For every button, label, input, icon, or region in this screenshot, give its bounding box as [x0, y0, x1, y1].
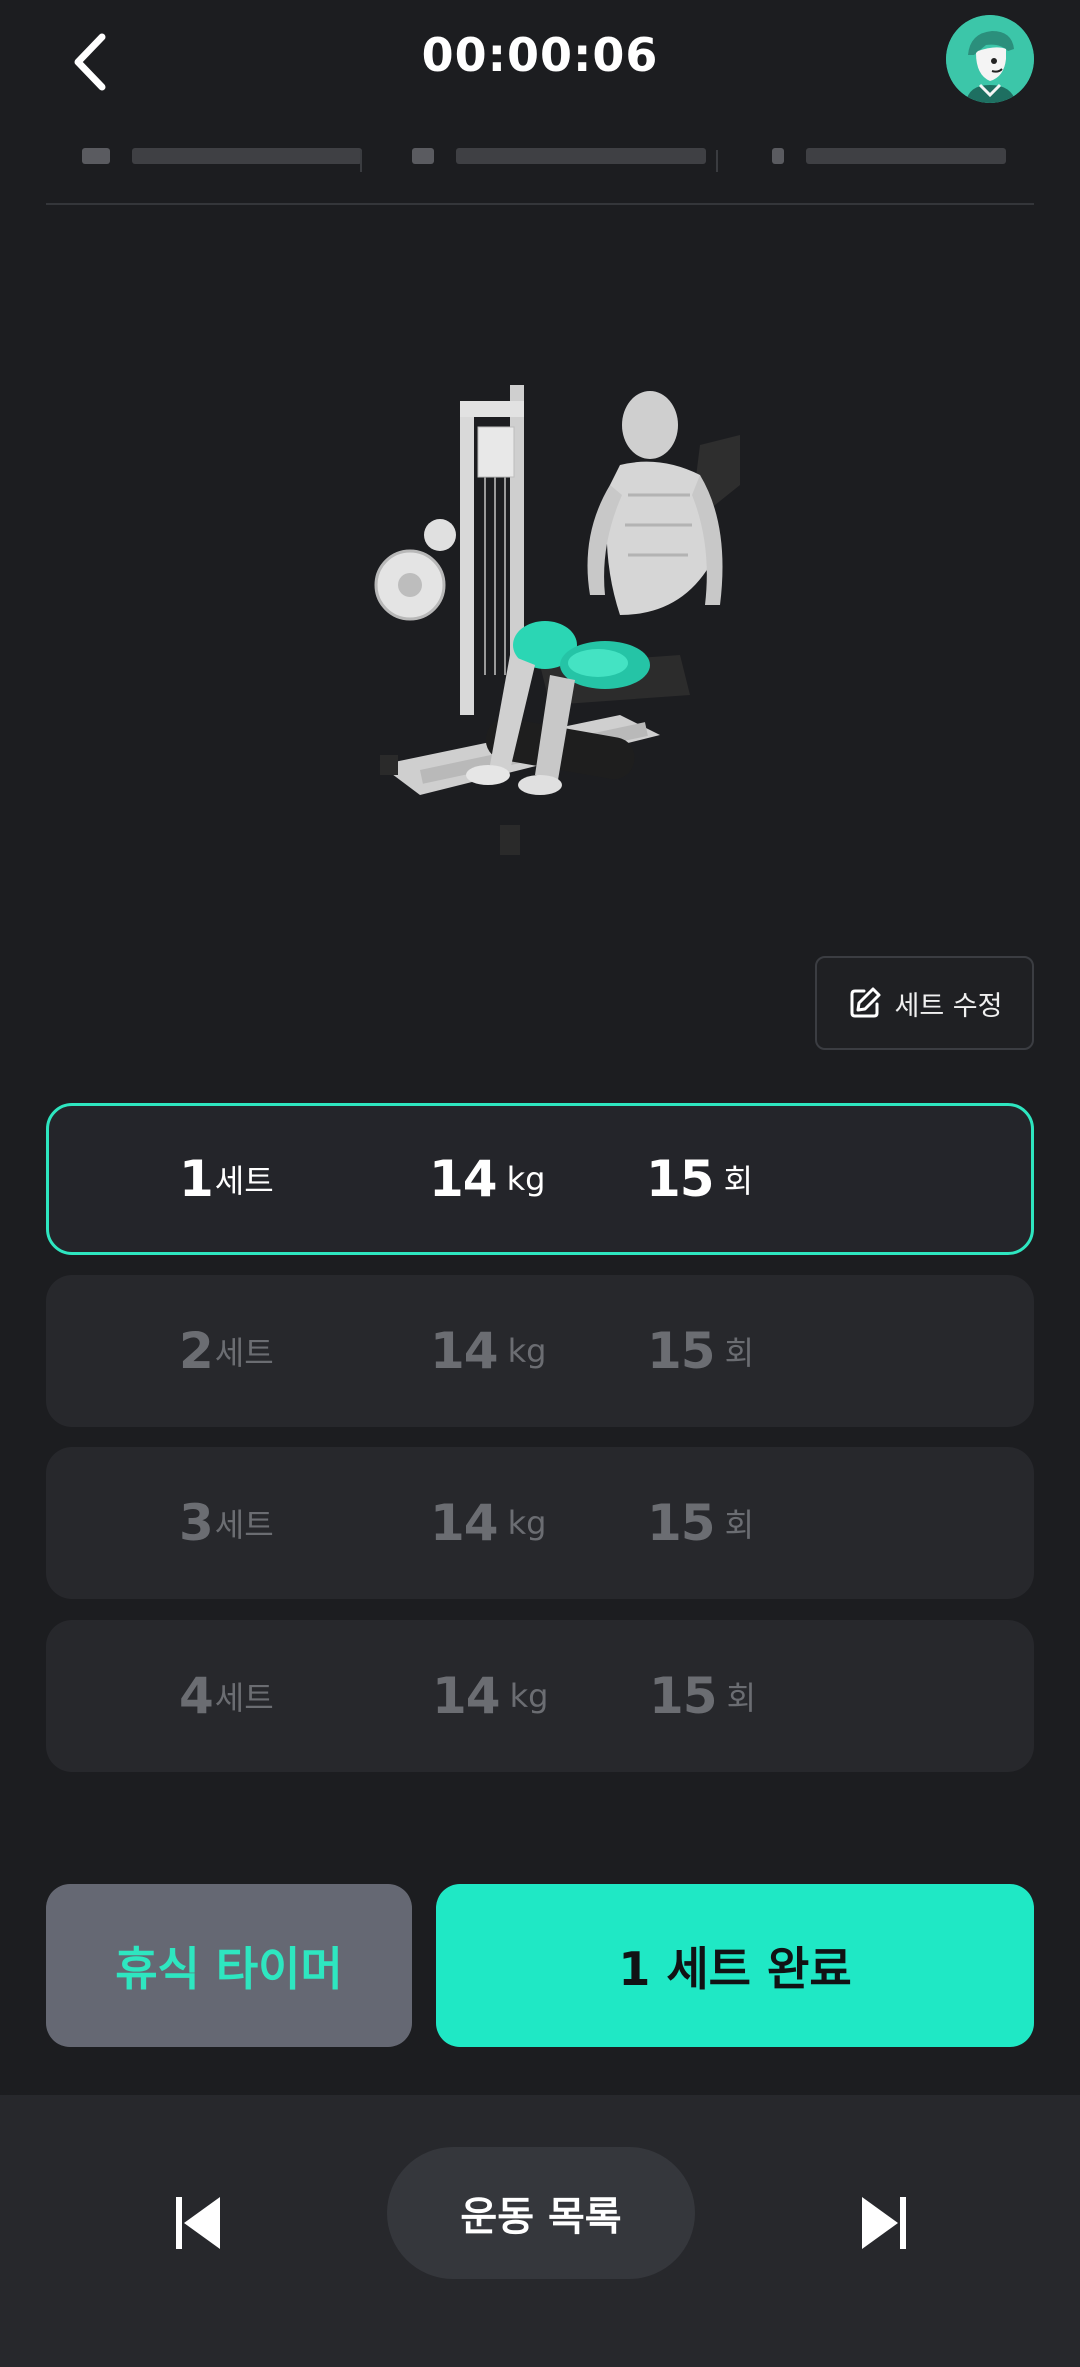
set-weight: 14 — [432, 1667, 501, 1725]
edit-sets-button[interactable]: 세트 수정 — [815, 956, 1034, 1050]
reps-unit: 회 — [724, 1334, 755, 1372]
set-unit: 세트 — [214, 1679, 274, 1717]
reps-unit: 회 — [726, 1679, 757, 1717]
set-row[interactable]: 3 세트 14 kg 15 회 — [46, 1447, 1034, 1599]
info-placeholder — [132, 148, 362, 164]
info-separator — [716, 150, 718, 172]
divider — [46, 203, 1034, 205]
weight-unit: kg — [506, 1160, 546, 1198]
bottom-nav: 운동 목록 — [0, 2095, 1080, 2367]
set-reps: 15 — [647, 1494, 716, 1552]
set-number: 3 — [179, 1494, 214, 1552]
info-placeholder — [82, 148, 110, 164]
complete-set-button[interactable]: 1 세트 완료 — [436, 1884, 1034, 2047]
skip-previous-icon — [176, 2197, 220, 2249]
set-reps: 15 — [649, 1667, 718, 1725]
weight-unit: kg — [509, 1677, 549, 1715]
info-placeholder — [456, 148, 706, 164]
exercise-list-button[interactable]: 운동 목록 — [387, 2147, 695, 2279]
header: 00:00:06 — [0, 0, 1080, 120]
reps-unit: 회 — [723, 1162, 754, 1200]
exercise-info-strip — [46, 140, 1034, 204]
set-unit: 세트 — [214, 1506, 274, 1544]
workout-screen: 00:00:06 세트 수정 1 세트 14 kg 15 회 2 세트 14 k… — [0, 0, 1080, 2367]
edit-icon — [850, 987, 881, 1018]
set-weight: 14 — [430, 1494, 499, 1552]
set-reps: 15 — [647, 1322, 716, 1380]
set-unit: 세트 — [214, 1334, 274, 1372]
set-number: 4 — [179, 1667, 214, 1725]
avatar-icon — [946, 15, 1034, 103]
skip-next-icon — [862, 2197, 906, 2249]
previous-exercise-button[interactable] — [160, 2185, 236, 2261]
weight-unit: kg — [507, 1332, 547, 1370]
set-weight: 14 — [430, 1322, 499, 1380]
rest-timer-button[interactable]: 휴식 타이머 — [46, 1884, 412, 2047]
set-row[interactable]: 4 세트 14 kg 15 회 — [46, 1620, 1034, 1772]
next-exercise-button[interactable] — [846, 2185, 922, 2261]
exercise-illustration — [360, 375, 780, 875]
info-placeholder — [772, 148, 784, 164]
set-unit: 세트 — [214, 1162, 274, 1200]
workout-timer: 00:00:06 — [421, 28, 659, 82]
info-placeholder — [412, 148, 434, 164]
info-separator — [360, 150, 362, 172]
user-avatar[interactable] — [946, 15, 1034, 103]
weight-unit: kg — [507, 1504, 547, 1542]
set-row[interactable]: 1 세트 14 kg 15 회 — [46, 1103, 1034, 1255]
info-placeholder — [806, 148, 1006, 164]
set-row[interactable]: 2 세트 14 kg 15 회 — [46, 1275, 1034, 1427]
set-reps: 15 — [646, 1150, 715, 1208]
set-number: 1 — [179, 1150, 214, 1208]
reps-unit: 회 — [724, 1506, 755, 1544]
set-number: 2 — [179, 1322, 214, 1380]
edit-sets-label: 세트 수정 — [894, 990, 1003, 1022]
set-weight: 14 — [429, 1150, 498, 1208]
